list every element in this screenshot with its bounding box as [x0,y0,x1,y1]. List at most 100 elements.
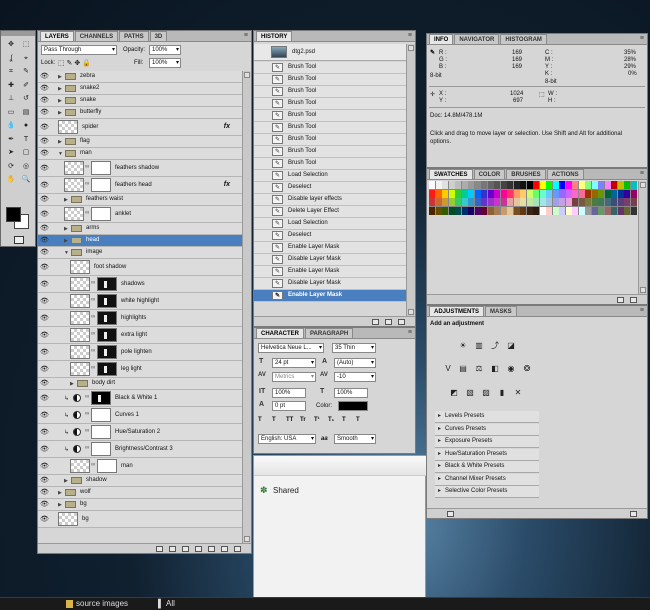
color-swatch[interactable] [611,206,617,215]
color-swatch[interactable] [533,181,539,189]
color-swatch[interactable] [526,198,533,206]
color-swatch[interactable] [513,189,520,198]
threshold-icon[interactable]: ▨ [481,388,491,398]
color-swatch[interactable] [448,189,455,198]
baseline-shift-field[interactable]: 0 pt [272,401,306,411]
color-swatch[interactable] [533,189,539,198]
panel-menu-icon[interactable]: ≡ [640,307,644,314]
visibility-eye-icon[interactable]: 👁 [40,97,49,104]
visibility-eye-icon[interactable]: 👁 [40,315,49,322]
link-icon[interactable]: ∞ [91,331,95,337]
swatches-scrollbar[interactable] [638,181,647,294]
color-swatch[interactable] [591,198,598,206]
layer-row[interactable]: 👁 ∞ pole lighten [38,344,242,361]
text-color-swatch[interactable] [338,401,368,411]
layer-mask-thumbnail[interactable] [91,178,111,192]
levels-icon[interactable]: ▥ [474,341,484,351]
history-state[interactable]: ✎ Load Selection [254,170,406,182]
dodge-tool-icon[interactable]: ● [19,120,33,131]
layer-row[interactable]: 👁 ▶ snake2 [38,83,242,95]
layer-row[interactable]: 👁 ▶ arms [38,223,242,235]
color-swatch[interactable] [565,198,572,206]
tools-panel-grip[interactable] [1,31,35,36]
history-state[interactable]: ✎ Load Selection [254,218,406,230]
visibility-eye-icon[interactable]: 👁 [40,264,49,271]
curves-icon[interactable]: ⤴ [490,341,500,351]
color-swatch[interactable] [507,206,513,215]
expanded-triangle-icon[interactable]: ▼ [58,151,63,157]
visibility-eye-icon[interactable]: 👁 [40,395,49,402]
history-state[interactable]: ✎ Brush Tool [254,158,406,170]
color-swatch[interactable] [429,189,435,198]
layer-row[interactable]: 👁 ∞ feathers head fx [38,177,242,194]
layer-row[interactable]: 👁 bg [38,511,242,528]
visibility-eye-icon[interactable]: 👁 [40,501,49,508]
layer-mask-thumbnail[interactable] [91,425,111,439]
type-style-button[interactable]: Tr [300,417,306,423]
color-swatch[interactable] [598,181,604,189]
color-swatch[interactable] [572,206,578,215]
color-swatch[interactable] [448,206,455,215]
layer-mask-thumbnail[interactable] [97,362,117,376]
selective-color-icon[interactable]: ✕ [513,388,523,398]
vertical-scale-field[interactable]: 100% [272,388,306,398]
collapsed-triangle-icon[interactable]: ▶ [64,478,68,484]
color-swatch[interactable] [565,189,572,198]
layers-scrollbar[interactable] [242,71,251,543]
color-swatch[interactable] [604,181,611,189]
shape-tool-icon[interactable]: ▢ [19,147,33,158]
color-swatch[interactable] [598,189,604,198]
quick-select-tool-icon[interactable]: ⌖ [19,53,33,64]
panel-menu-icon[interactable]: ≡ [640,170,644,177]
tab-character[interactable]: CHARACTER [256,328,304,338]
history-state[interactable]: ✎ Brush Tool [254,134,406,146]
color-swatch[interactable] [455,198,461,206]
layer-mask-thumbnail[interactable] [97,345,117,359]
layer-row[interactable]: 👁 ▶ shadow [38,475,242,487]
expanded-triangle-icon[interactable]: ▼ [64,250,69,256]
color-swatch[interactable] [442,198,448,206]
collapsed-triangle-icon[interactable]: ▶ [58,98,62,104]
brightness-contrast-icon[interactable]: ☀ [458,341,468,351]
tab-paragraph[interactable]: PARAGRAPH [305,328,354,338]
color-swatch[interactable] [500,198,507,206]
color-swatch[interactable] [468,189,474,198]
collapsed-triangle-icon[interactable]: ▶ [58,502,62,508]
color-swatch[interactable] [617,206,624,215]
color-swatch[interactable] [617,181,624,189]
color-swatch[interactable] [474,206,481,215]
antialias-select[interactable]: Smooth [334,434,376,444]
path-select-tool-icon[interactable]: ➤ [4,147,18,158]
new-layer-icon[interactable] [221,545,228,552]
fx-icon[interactable] [169,545,176,552]
visibility-eye-icon[interactable]: 👁 [40,516,49,523]
color-swatch[interactable] [487,181,494,189]
tab-color[interactable]: COLOR [473,169,506,179]
color-swatch[interactable] [500,181,507,189]
panel-menu-icon[interactable]: ≡ [244,32,248,39]
color-swatch[interactable] [624,181,630,189]
history-state[interactable]: ✎ Brush Tool [254,122,406,134]
visibility-eye-icon[interactable]: 👁 [40,138,49,145]
color-swatch[interactable] [520,206,526,215]
quick-mask-icon[interactable] [14,236,24,244]
link-icon[interactable]: ∞ [91,297,95,303]
color-swatch[interactable] [500,206,507,215]
3d-orbit-tool-icon[interactable]: ◎ [19,161,33,172]
foreground-color-swatch-front[interactable] [6,207,21,222]
layer-row[interactable]: 👁 ∞ feathers shadow [38,160,242,177]
color-swatch[interactable] [630,198,637,206]
new-swatch-icon[interactable] [617,296,624,303]
history-scrollbar[interactable] [406,44,415,316]
link-icon[interactable]: ∞ [85,445,89,451]
layer-row[interactable]: 👁 ▶ snake [38,95,242,107]
color-swatch[interactable] [572,198,578,206]
layer-row[interactable]: 👁 ▼ image [38,247,242,259]
type-style-button[interactable]: T₁ [328,417,334,423]
color-swatch[interactable] [520,181,526,189]
pen-tool-icon[interactable]: ✒ [4,134,18,145]
history-state[interactable]: ✎ Brush Tool [254,86,406,98]
color-swatch[interactable] [461,198,468,206]
font-family-select[interactable]: Helvetica Neue L... [258,343,324,353]
layer-mask-thumbnail[interactable] [97,277,117,291]
